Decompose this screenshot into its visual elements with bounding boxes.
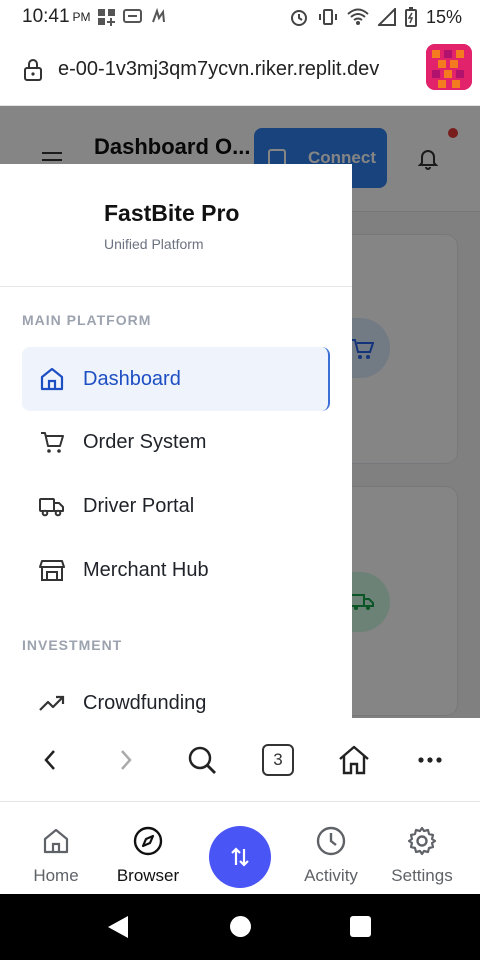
nav-label: Merchant Hub: [83, 558, 209, 581]
system-nav-bar: [0, 894, 480, 960]
brand-subtitle: Unified Platform: [104, 236, 204, 252]
swap-vertical-icon: [231, 847, 249, 867]
url-text[interactable]: e-00-1v3mj3qm7ycvn.riker.replit.dev: [58, 58, 418, 81]
system-home-icon[interactable]: [230, 916, 251, 937]
chat-icon: [122, 9, 142, 23]
bottom-nav-home[interactable]: Home: [8, 824, 104, 886]
home-button[interactable]: [329, 735, 379, 785]
battery-icon: [404, 7, 417, 27]
store-icon: [38, 556, 66, 584]
system-back-icon[interactable]: [108, 916, 128, 938]
nav-label: Driver Portal: [83, 494, 195, 517]
brand-name: FastBite Pro: [104, 200, 240, 226]
search-icon: [188, 746, 216, 774]
home-icon: [339, 745, 369, 774]
bottom-nav-label: Activity: [304, 866, 358, 885]
status-ampm: PM: [72, 10, 91, 24]
home-icon: [8, 824, 104, 858]
chevron-right-icon: [121, 749, 132, 770]
search-button[interactable]: [177, 735, 227, 785]
status-bar: 10:41 PM 15%: [0, 0, 480, 34]
bottom-nav-settings[interactable]: Settings: [374, 824, 470, 886]
divider: [0, 286, 352, 287]
bottom-nav-activity[interactable]: Activity: [283, 824, 379, 886]
transfer-fab-button[interactable]: [209, 826, 271, 888]
bottom-nav-label: Home: [33, 866, 79, 885]
bottom-nav-label: Browser: [116, 866, 180, 885]
cart-icon: [38, 428, 66, 456]
status-time: 10:41: [22, 6, 70, 27]
gear-icon: [374, 824, 470, 858]
system-recents-icon[interactable]: [350, 916, 371, 937]
nav-item-crowdfunding[interactable]: Crowdfunding: [22, 671, 330, 718]
url-bar[interactable]: e-00-1v3mj3qm7ycvn.riker.replit.dev: [0, 34, 480, 106]
alarm-icon: [290, 10, 307, 26]
bottom-nav: Home Browser Activity Settings: [0, 802, 480, 894]
site-favicon[interactable]: [426, 44, 472, 90]
nav-item-merchant-hub[interactable]: Merchant Hub: [22, 538, 330, 602]
lock-icon: [24, 58, 42, 81]
nav-label: Order System: [83, 430, 207, 453]
more-dots-icon: [418, 756, 442, 763]
nav-item-driver-portal[interactable]: Driver Portal: [22, 474, 330, 538]
favicon-pattern-icon: [426, 44, 472, 90]
nav-label: Dashboard: [83, 367, 181, 390]
bottom-nav-label: Settings: [391, 866, 453, 885]
bottom-nav-browser[interactable]: Browser: [100, 824, 196, 886]
signal-icon: [377, 8, 396, 26]
browser-toolbar: 3: [0, 718, 480, 802]
section-label-main-platform: MAIN PLATFORM: [22, 312, 152, 328]
back-button[interactable]: [25, 735, 75, 785]
status-right: 15%: [289, 7, 462, 28]
brand: FastBite Pro Unified Platform: [104, 200, 239, 252]
truck-icon: [38, 492, 66, 520]
side-drawer: FastBite Pro Unified Platform MAIN PLATF…: [0, 164, 352, 718]
section-label-investment: INVESTMENT: [22, 637, 123, 653]
compass-icon: [100, 824, 196, 858]
tab-count: 3: [262, 743, 294, 776]
vibrate-icon: [318, 9, 337, 25]
notification-icons: [97, 8, 167, 26]
grid-icon: [97, 9, 115, 26]
gesture-icon: [151, 8, 165, 23]
nav-item-order-system[interactable]: Order System: [22, 410, 330, 474]
wifi-icon: [347, 8, 369, 25]
forward-button[interactable]: [101, 735, 151, 785]
chevron-left-icon: [44, 749, 55, 770]
tabs-button[interactable]: 3: [253, 735, 303, 785]
battery-percent: 15%: [425, 6, 462, 27]
nav-label: Crowdfunding: [83, 691, 207, 714]
trending-up-icon: [38, 689, 66, 717]
more-button[interactable]: [405, 735, 455, 785]
home-icon: [38, 365, 66, 393]
nav-item-dashboard[interactable]: Dashboard: [22, 347, 330, 411]
clock-icon: [283, 824, 379, 858]
